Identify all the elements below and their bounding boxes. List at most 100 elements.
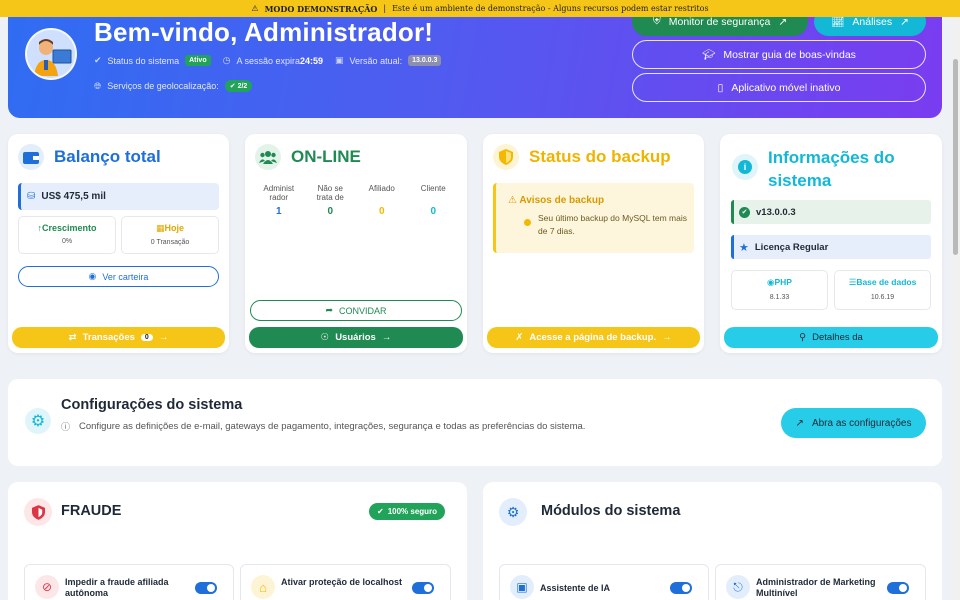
settings-title: Configurações do sistema bbox=[61, 397, 243, 413]
transactions-label: Transações bbox=[82, 332, 135, 343]
settings-description: Configure as definições de e-mail, gatew… bbox=[79, 421, 586, 432]
module-ai-assistant: ▣ Assistente de IA bbox=[499, 564, 709, 600]
check-circle-icon: ✔ bbox=[739, 206, 750, 218]
version-label: Versão atual: bbox=[349, 55, 403, 66]
demo-mode-text: Este é um ambiente de demonstração - Alg… bbox=[392, 4, 709, 13]
online-stat-value: 1 bbox=[275, 206, 282, 217]
feature-label: Ativar proteção de localhost bbox=[281, 577, 403, 587]
mobile-app-label: Aplicativo móvel inativo bbox=[731, 81, 841, 94]
exchange-icon: ⇄ bbox=[68, 332, 77, 343]
balance-card: Balanço total ⛁ US$ 475,5 mil ↑Crescimen… bbox=[8, 134, 229, 353]
backup-page-button[interactable]: ✗ Acesse a página de backup. → bbox=[487, 327, 700, 348]
backup-card-header: Status do backup bbox=[493, 144, 671, 170]
welcome-banner: Bem-vindo, Administrador! ✔ Status do si… bbox=[8, 0, 942, 118]
toggle-switch[interactable] bbox=[195, 582, 217, 594]
system-info-title: Informações do sistema bbox=[768, 148, 895, 190]
online-users-card: ON-LINE Administ rador 1 Não se trata de 0 A… bbox=[245, 134, 467, 353]
license-box: ★ Licença Regular bbox=[731, 235, 931, 259]
system-settings-card: ⚙︎ Configurações do sistema ⓘ Configure … bbox=[8, 379, 942, 466]
arrow-right-icon: → bbox=[158, 332, 169, 343]
backup-page-label: Acesse a página de backup. bbox=[529, 332, 657, 343]
backup-status-card: Status do backup ⚠ Avisos de backup Seu … bbox=[483, 134, 704, 353]
module-label: Administrador de Marketing Multinível bbox=[756, 577, 876, 598]
toggle-switch[interactable] bbox=[887, 582, 909, 594]
page-scrollbar[interactable] bbox=[951, 17, 960, 600]
mobile-app-button[interactable]: ▯ Aplicativo móvel inativo bbox=[632, 73, 926, 102]
backup-warning-text: Seu último backup do MySQL tem mais de 7… bbox=[538, 213, 687, 236]
coins-icon: ⛁ bbox=[27, 191, 36, 202]
demo-mode-banner: ⚠ MODO DEMONSTRAÇÃO | Este é um ambiente… bbox=[0, 0, 960, 17]
users-icon bbox=[255, 144, 281, 170]
eye-icon: ◉ bbox=[88, 271, 97, 281]
dot-icon bbox=[524, 219, 531, 226]
online-stat-value: 0 bbox=[378, 206, 385, 217]
open-settings-button[interactable]: ↗ Abra as configurações bbox=[781, 408, 926, 438]
version-badge: 13.0.0.3 bbox=[408, 55, 442, 66]
modules-title: Módulos do sistema bbox=[541, 503, 681, 519]
welcome-guide-label: Mostrar guia de boas-vindas bbox=[723, 48, 856, 61]
graduation-cap-icon: 🎓︎ bbox=[702, 49, 716, 61]
growth-label: Crescimento bbox=[41, 223, 97, 233]
toggle-switch[interactable] bbox=[670, 582, 692, 594]
avatar bbox=[25, 28, 77, 80]
welcome-guide-button[interactable]: 🎓︎ Mostrar guia de boas-vindas bbox=[632, 40, 926, 69]
globe-icon: 🌐︎ bbox=[94, 80, 102, 91]
check-circle-icon: ✔ bbox=[377, 507, 384, 516]
system-details-label: Detalhes da bbox=[812, 332, 863, 343]
invite-button[interactable]: ➦ CONVIDAR bbox=[250, 300, 462, 321]
growth-value: 0% bbox=[61, 238, 73, 245]
balance-amount: US$ 475,5 mil bbox=[41, 191, 106, 202]
view-wallet-button[interactable]: ◉ Ver carteira bbox=[18, 266, 219, 287]
online-card-header: ON-LINE bbox=[255, 144, 361, 170]
online-stat-value: 0 bbox=[327, 206, 334, 217]
view-wallet-label: Ver carteira bbox=[102, 271, 149, 282]
online-title: ON-LINE bbox=[291, 147, 361, 166]
database-stat: ☰Base de dados 10.6.19 bbox=[834, 270, 931, 310]
balance-amount-box: ⛁ US$ 475,5 mil bbox=[18, 183, 219, 210]
status-badge: Ativo bbox=[185, 55, 211, 66]
arrow-right-icon: → bbox=[381, 332, 392, 343]
backup-warning-box: ⚠ Avisos de backup Seu último backup do … bbox=[493, 183, 694, 253]
balance-card-header: Balanço total bbox=[18, 144, 161, 170]
system-details-button[interactable]: ⚲ Detalhes da bbox=[724, 327, 938, 348]
toggle-switch[interactable] bbox=[412, 582, 434, 594]
calendar-icon: ▦ bbox=[155, 223, 165, 233]
wallet-icon bbox=[18, 144, 44, 170]
scrollbar-thumb[interactable] bbox=[953, 59, 958, 255]
key-icon: ⚲ bbox=[799, 332, 807, 343]
info-icon: i bbox=[732, 154, 758, 180]
system-version: v13.0.0.3 bbox=[756, 206, 796, 218]
analytics-label: Análises bbox=[852, 15, 893, 28]
check-circle-icon: ✔ bbox=[94, 55, 102, 65]
clock-icon: ◷ bbox=[222, 55, 231, 65]
tools-icon: ✗ bbox=[515, 332, 524, 343]
external-link-icon: ↗ bbox=[778, 15, 788, 28]
users-button[interactable]: ☉ Usuários → bbox=[249, 327, 463, 348]
today-label: Hoje bbox=[164, 223, 185, 233]
fraud-title: FRAUDE bbox=[61, 503, 122, 519]
version-box: ✔ v13.0.0.3 bbox=[731, 200, 931, 224]
geolocation-row: 🌐︎ Serviços de geolocalização: ✔ 2/2 bbox=[94, 80, 253, 92]
backup-title: Status do backup bbox=[529, 147, 671, 166]
online-stat-column: Não se trata de 0 bbox=[305, 184, 357, 217]
mobile-icon: ▯ bbox=[717, 81, 724, 94]
transactions-button[interactable]: ⇄ Transações 0 → bbox=[12, 327, 225, 348]
session-timer: 24:59 bbox=[300, 55, 324, 66]
warning-icon: ⚠ bbox=[251, 4, 259, 13]
cogs-icon: ⚙︎ bbox=[499, 498, 527, 526]
security-monitor-label: Monitor de segurança bbox=[668, 15, 771, 28]
fraud-feature-localhost: ⌂ Ativar proteção de localhost bbox=[240, 564, 451, 600]
shield-icon bbox=[24, 498, 52, 526]
php-version: 8.1.33 bbox=[769, 294, 790, 301]
status-label: Status do sistema bbox=[107, 55, 180, 66]
gear-icon: ⚙︎ bbox=[25, 408, 51, 434]
geo-badge: ✔ 2/2 bbox=[224, 80, 253, 92]
fraud-card: FRAUDE ✔ 100% seguro ⊘ Impedir a fraude … bbox=[8, 482, 467, 600]
code-icon: ▣ bbox=[335, 55, 344, 65]
ban-icon: ⊘ bbox=[35, 575, 59, 599]
php-stat: ◉PHP 8.1.33 bbox=[731, 270, 828, 310]
database-label: Base de dados bbox=[856, 277, 917, 287]
system-modules-card: ⚙︎ Módulos do sistema ▣ Assistente de IA… bbox=[483, 482, 942, 600]
online-stat-label: Cliente bbox=[420, 184, 446, 193]
invite-label: CONVIDAR bbox=[339, 305, 387, 316]
